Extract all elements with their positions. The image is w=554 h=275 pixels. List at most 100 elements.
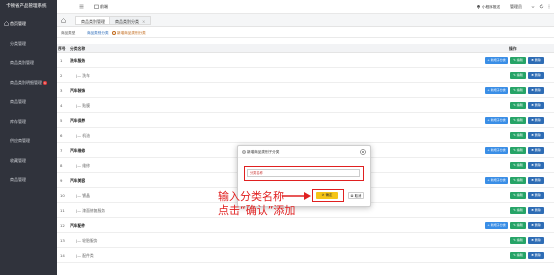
edit-button[interactable]: ✎ 编辑 xyxy=(510,132,526,139)
sidebar-item-products-2[interactable]: 商品管理 xyxy=(0,170,57,190)
breadcrumb-product-type[interactable]: 商品类型 xyxy=(61,28,75,38)
edit-button[interactable]: ✎ 编辑 xyxy=(510,57,526,64)
category-name: 洗车服务 xyxy=(70,58,86,63)
table-row: 5 汽车保养 + 新增子分类 ✎ 编辑 ✖ 删除 xyxy=(57,113,554,128)
category-name: |— 漆面修复服务 xyxy=(76,208,106,213)
row-number: 9 xyxy=(60,178,63,183)
category-name: 汽车配件 xyxy=(70,223,86,228)
table-row: 3 汽车装饰 + 新增子分类 ✎ 编辑 ✖ 删除 xyxy=(57,83,554,98)
table-row: 14 |— 配件类 ✎ 编辑 ✖ 删除 xyxy=(57,248,554,263)
modal-header: 新增商品类别子分类 xyxy=(238,146,370,158)
delete-button[interactable]: ✖ 删除 xyxy=(528,132,544,139)
delete-button[interactable]: ✖ 删除 xyxy=(528,222,544,229)
add-category-link[interactable]: 新增商品类别分类 xyxy=(112,28,146,38)
delete-button[interactable]: ✖ 删除 xyxy=(528,252,544,259)
confirm-label: 确定 xyxy=(325,193,333,197)
category-name: |— 镀晶 xyxy=(76,193,90,198)
row-number: 3 xyxy=(60,88,63,93)
sidebar-item-products[interactable]: 商品管理 xyxy=(0,92,57,112)
row-number: 11 xyxy=(60,208,65,213)
add-subcategory-button[interactable]: + 新增子分类 xyxy=(485,57,508,64)
notification-label[interactable]: 小程序推送 xyxy=(482,0,500,14)
edit-button[interactable]: ✎ 编辑 xyxy=(510,222,526,229)
add-subcategory-button[interactable]: + 新增子分类 xyxy=(485,177,508,184)
tab-product-category[interactable]: 商品类别管理 xyxy=(75,16,111,25)
row-number: 7 xyxy=(60,148,63,153)
top-bar: 前端 小程序推送 管理员 xyxy=(57,0,554,14)
table-header: 序号 分类名称 操作 xyxy=(57,44,554,53)
delete-button[interactable]: ✖ 删除 xyxy=(528,237,544,244)
delete-button[interactable]: ✖ 删除 xyxy=(528,87,544,94)
plus-circle-icon xyxy=(112,30,116,35)
confirm-button[interactable]: ⊘ 确定 xyxy=(316,192,338,199)
row-number: 13 xyxy=(60,238,65,243)
add-subcategory-button[interactable]: + 新增子分类 xyxy=(485,147,508,154)
add-subcategory-button[interactable]: + 新增子分类 xyxy=(485,87,508,94)
cancel-button[interactable]: ⊠ 取消 xyxy=(348,192,364,199)
more-icon[interactable] xyxy=(547,4,551,9)
sidebar-item-product-category-detail[interactable]: 商品类别明细管理 1 xyxy=(0,73,57,93)
arrow-right-icon xyxy=(282,192,311,200)
refresh-icon[interactable] xyxy=(539,4,544,9)
sidebar-item-category[interactable]: 分类管理 xyxy=(0,34,57,54)
sidebar-item-label: 分类管理 xyxy=(10,40,26,46)
sidebar-item-product-category[interactable]: 商品类别管理 xyxy=(0,53,57,73)
add-category-label: 新增商品类别分类 xyxy=(117,31,146,35)
tab-bar: 商品类别管理 商品类别分类 × xyxy=(57,14,554,27)
edit-button[interactable]: ✎ 编辑 xyxy=(510,177,526,184)
row-number: 1 xyxy=(60,58,63,63)
category-name: 汽车装饰 xyxy=(70,88,86,93)
table-row: 12 汽车配件 + 新增子分类 ✎ 编辑 ✖ 删除 xyxy=(57,218,554,233)
chevron-down-icon[interactable] xyxy=(531,5,535,9)
delete-button[interactable]: ✖ 删除 xyxy=(528,57,544,64)
close-icon[interactable] xyxy=(360,149,366,155)
home-icon[interactable] xyxy=(61,18,66,23)
category-name: |— 贴膜 xyxy=(76,103,90,108)
sidebar-item-label: 首页管理 xyxy=(10,21,26,26)
edit-button[interactable]: ✎ 编辑 xyxy=(510,192,526,199)
edit-button[interactable]: ✎ 编辑 xyxy=(510,252,526,259)
delete-button[interactable]: ✖ 删除 xyxy=(528,162,544,169)
external-window-icon[interactable] xyxy=(94,4,99,9)
row-number: 14 xyxy=(60,253,65,258)
edit-button[interactable]: ✎ 编辑 xyxy=(510,117,526,124)
hamburger-menu-icon[interactable] xyxy=(79,4,84,9)
sidebar-item-suppliers[interactable]: 供应商管理 xyxy=(0,131,57,151)
delete-button[interactable]: ✖ 删除 xyxy=(528,207,544,214)
sidebar-item-home[interactable]: 首页管理 xyxy=(0,14,57,34)
delete-button[interactable]: ✖ 删除 xyxy=(528,102,544,109)
sidebar-item-favorites[interactable]: 收藏管理 xyxy=(0,151,57,171)
delete-button[interactable]: ✖ 删除 xyxy=(528,147,544,154)
table-row: 4 |— 贴膜 ✎ 编辑 ✖ 删除 xyxy=(57,98,554,113)
row-number: 2 xyxy=(60,73,63,78)
row-number: 10 xyxy=(60,193,65,198)
sidebar-item-label: 商品管理 xyxy=(10,99,26,104)
bell-icon[interactable] xyxy=(476,4,481,9)
category-name: |— 洗车 xyxy=(76,73,90,78)
user-name[interactable]: 管理员 xyxy=(510,0,522,14)
edit-button[interactable]: ✎ 编辑 xyxy=(510,102,526,109)
edit-button[interactable]: ✎ 编辑 xyxy=(510,87,526,94)
frontend-link[interactable]: 前端 xyxy=(100,0,108,14)
row-number: 8 xyxy=(60,163,63,168)
edit-button[interactable]: ✎ 编辑 xyxy=(510,207,526,214)
edit-button[interactable]: ✎ 编辑 xyxy=(510,72,526,79)
edit-button[interactable]: ✎ 编辑 xyxy=(510,147,526,154)
delete-button[interactable]: ✖ 删除 xyxy=(528,117,544,124)
close-icon[interactable]: × xyxy=(142,19,145,24)
edit-button[interactable]: ✎ 编辑 xyxy=(510,237,526,244)
category-name-input[interactable] xyxy=(247,169,360,177)
sidebar-item-label: 库存管理 xyxy=(10,118,26,124)
tab-product-category-class[interactable]: 商品类别分类 × xyxy=(109,16,152,25)
sidebar-item-inventory[interactable]: 库存管理 xyxy=(0,112,57,132)
home-icon xyxy=(4,21,9,26)
delete-button[interactable]: ✖ 删除 xyxy=(528,177,544,184)
edit-button[interactable]: ✎ 编辑 xyxy=(510,162,526,169)
delete-button[interactable]: ✖ 删除 xyxy=(528,192,544,199)
category-name: 汽车维修 xyxy=(70,148,86,153)
breadcrumb-category-class[interactable]: 商品类别分类 xyxy=(87,28,109,38)
add-subcategory-button[interactable]: + 新增子分类 xyxy=(485,222,508,229)
sidebar-item-label: 供应商管理 xyxy=(10,138,30,143)
delete-button[interactable]: ✖ 删除 xyxy=(528,72,544,79)
add-subcategory-button[interactable]: + 新增子分类 xyxy=(485,117,508,124)
